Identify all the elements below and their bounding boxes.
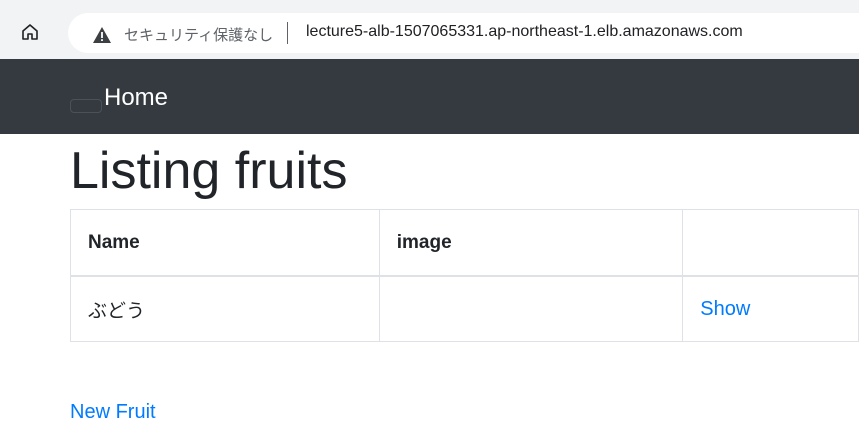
- show-link[interactable]: Show: [700, 298, 750, 320]
- home-icon[interactable]: [20, 22, 40, 42]
- column-header-name: Name: [70, 209, 380, 277]
- table-header-row: Name image: [70, 209, 859, 277]
- table-row: ぶどう Show: [70, 275, 859, 342]
- warning-icon[interactable]: [92, 26, 112, 44]
- fruits-table: Name image ぶどう Show: [70, 209, 859, 342]
- column-header-actions: [682, 209, 859, 277]
- url-text[interactable]: lecture5-alb-1507065331.ap-northeast-1.e…: [306, 23, 743, 41]
- page-title: Listing fruits: [70, 142, 348, 200]
- new-fruit-link[interactable]: New Fruit: [70, 401, 156, 424]
- column-header-image: image: [378, 209, 684, 277]
- navbar-toggler-button[interactable]: [70, 99, 102, 113]
- fruit-image-cell: [378, 275, 684, 342]
- address-bar-divider: [287, 22, 288, 44]
- fruit-action-cell: Show: [682, 275, 859, 342]
- fruit-name-cell: ぶどう: [70, 275, 380, 342]
- security-status-text[interactable]: セキュリティ保護なし: [124, 24, 273, 45]
- nav-home-link[interactable]: Home: [104, 84, 168, 112]
